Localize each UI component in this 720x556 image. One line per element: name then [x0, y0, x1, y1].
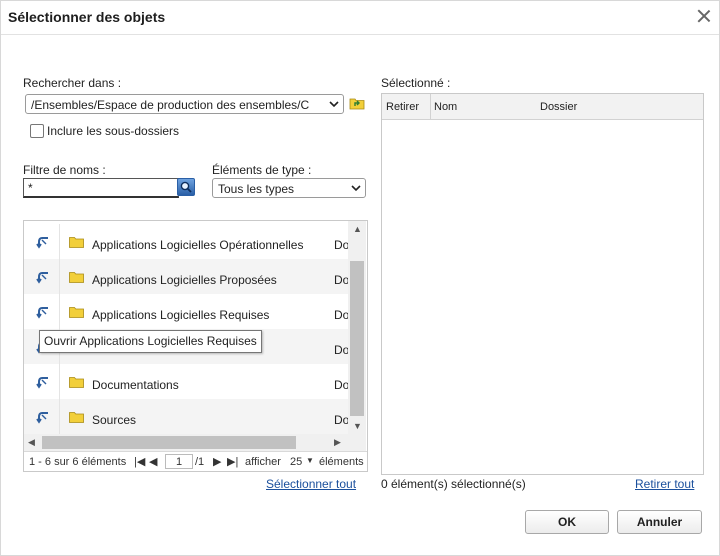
include-subfolders-label: Inclure les sous-dossiers — [47, 124, 180, 138]
open-folder-arrow-icon[interactable] — [36, 410, 50, 424]
folder-icon — [69, 307, 84, 318]
last-page-icon[interactable]: ▶| — [227, 455, 238, 468]
list-item[interactable]: Sources Do — [24, 399, 349, 434]
selected-count: 0 élément(s) sélectionné(s) — [381, 477, 526, 491]
cancel-button[interactable]: Annuler — [617, 510, 702, 534]
prev-page-icon[interactable]: ◀ — [149, 455, 157, 468]
list-item[interactable]: Applications Logicielles Proposées Do — [24, 259, 349, 294]
chevron-down-icon — [329, 101, 339, 108]
name-filter-input[interactable]: * — [23, 178, 179, 198]
folder-icon — [69, 237, 84, 248]
horizontal-scrollbar[interactable]: ◀ ▶ — [24, 434, 366, 451]
row-divider — [59, 224, 60, 259]
folder-icon — [69, 272, 84, 283]
open-folder-arrow-icon[interactable] — [36, 270, 50, 284]
item-name[interactable]: Sources — [92, 413, 136, 427]
selected-table-header: Retirer Nom Dossier — [382, 94, 703, 120]
selected-label: Sélectionné : — [381, 76, 451, 90]
pager-range: 1 - 6 sur 6 éléments — [29, 456, 127, 468]
vertical-scroll-thumb[interactable] — [350, 261, 364, 416]
folder-icon — [69, 377, 84, 388]
selected-table: Retirer Nom Dossier — [381, 93, 704, 475]
list-item[interactable]: Applications Logicielles Requises Do — [24, 294, 349, 329]
chevron-down-icon — [351, 185, 361, 192]
close-icon[interactable] — [695, 7, 713, 25]
item-name[interactable]: Applications Logicielles Requises — [92, 308, 269, 322]
scroll-down-icon[interactable]: ▼ — [353, 421, 362, 431]
row-divider — [59, 364, 60, 399]
ok-button[interactable]: OK — [525, 510, 609, 534]
folder-icon — [69, 412, 84, 423]
search-in-label: Rechercher dans : — [23, 76, 122, 90]
item-type-value: Tous les types — [218, 182, 295, 196]
first-page-icon[interactable]: |◀ — [134, 455, 145, 468]
dialog-title: Sélectionner des objets — [8, 9, 166, 25]
total-pages: /1 — [195, 456, 205, 468]
select-objects-dialog: Sélectionner des objets Rechercher dans … — [0, 0, 720, 556]
item-name[interactable]: Applications Logicielles Opérationnelles — [92, 238, 303, 252]
title-bar: Sélectionner des objets — [1, 1, 719, 35]
col-remove[interactable]: Retirer — [386, 101, 419, 113]
items-label: éléments — [319, 456, 364, 468]
search-icon[interactable] — [177, 178, 195, 196]
item-type-select[interactable]: Tous les types — [212, 178, 366, 198]
item-name[interactable]: Documentations — [92, 378, 179, 392]
scroll-right-icon[interactable]: ▶ — [334, 437, 341, 448]
scroll-left-icon[interactable]: ◀ — [28, 437, 35, 448]
remove-all-link[interactable]: Retirer tout — [635, 477, 694, 491]
select-all-link[interactable]: Sélectionner tout — [266, 477, 356, 491]
item-type-label: Éléments de type : — [212, 163, 312, 177]
row-divider — [59, 259, 60, 294]
parent-folder-icon[interactable] — [349, 96, 365, 110]
open-folder-arrow-icon[interactable] — [36, 375, 50, 389]
page-input[interactable]: 1 — [165, 454, 193, 469]
next-page-icon[interactable]: ▶ — [213, 455, 221, 468]
vertical-scrollbar[interactable]: ▲ ▼ — [348, 221, 366, 434]
row-divider — [59, 294, 60, 329]
page-size-select[interactable]: 25 — [290, 456, 302, 468]
open-folder-tooltip: Ouvrir Applications Logicielles Requises — [39, 330, 262, 353]
open-folder-arrow-icon[interactable] — [36, 305, 50, 319]
list-item[interactable]: Documentations Do — [24, 364, 349, 399]
page-size-chevron-icon[interactable]: ▼ — [306, 456, 314, 465]
show-label: afficher — [245, 456, 281, 468]
pager: 1 - 6 sur 6 éléments |◀ ◀ 1 /1 ▶ ▶| affi… — [24, 451, 367, 471]
col-name[interactable]: Nom — [434, 101, 457, 113]
col-folder[interactable]: Dossier — [540, 101, 577, 113]
horizontal-scroll-thumb[interactable] — [42, 436, 296, 449]
row-divider — [59, 399, 60, 434]
open-folder-arrow-icon[interactable] — [36, 235, 50, 249]
scroll-up-icon[interactable]: ▲ — [353, 224, 362, 234]
name-filter-label: Filtre de noms : — [23, 163, 106, 177]
list-item[interactable]: Applications Logicielles Opérationnelles… — [24, 224, 349, 259]
search-path-select[interactable]: /Ensembles/Espace de production des ense… — [25, 94, 344, 114]
include-subfolders-checkbox[interactable] — [30, 124, 44, 138]
search-path-value: /Ensembles/Espace de production des ense… — [31, 98, 310, 112]
item-name[interactable]: Applications Logicielles Proposées — [92, 273, 277, 287]
